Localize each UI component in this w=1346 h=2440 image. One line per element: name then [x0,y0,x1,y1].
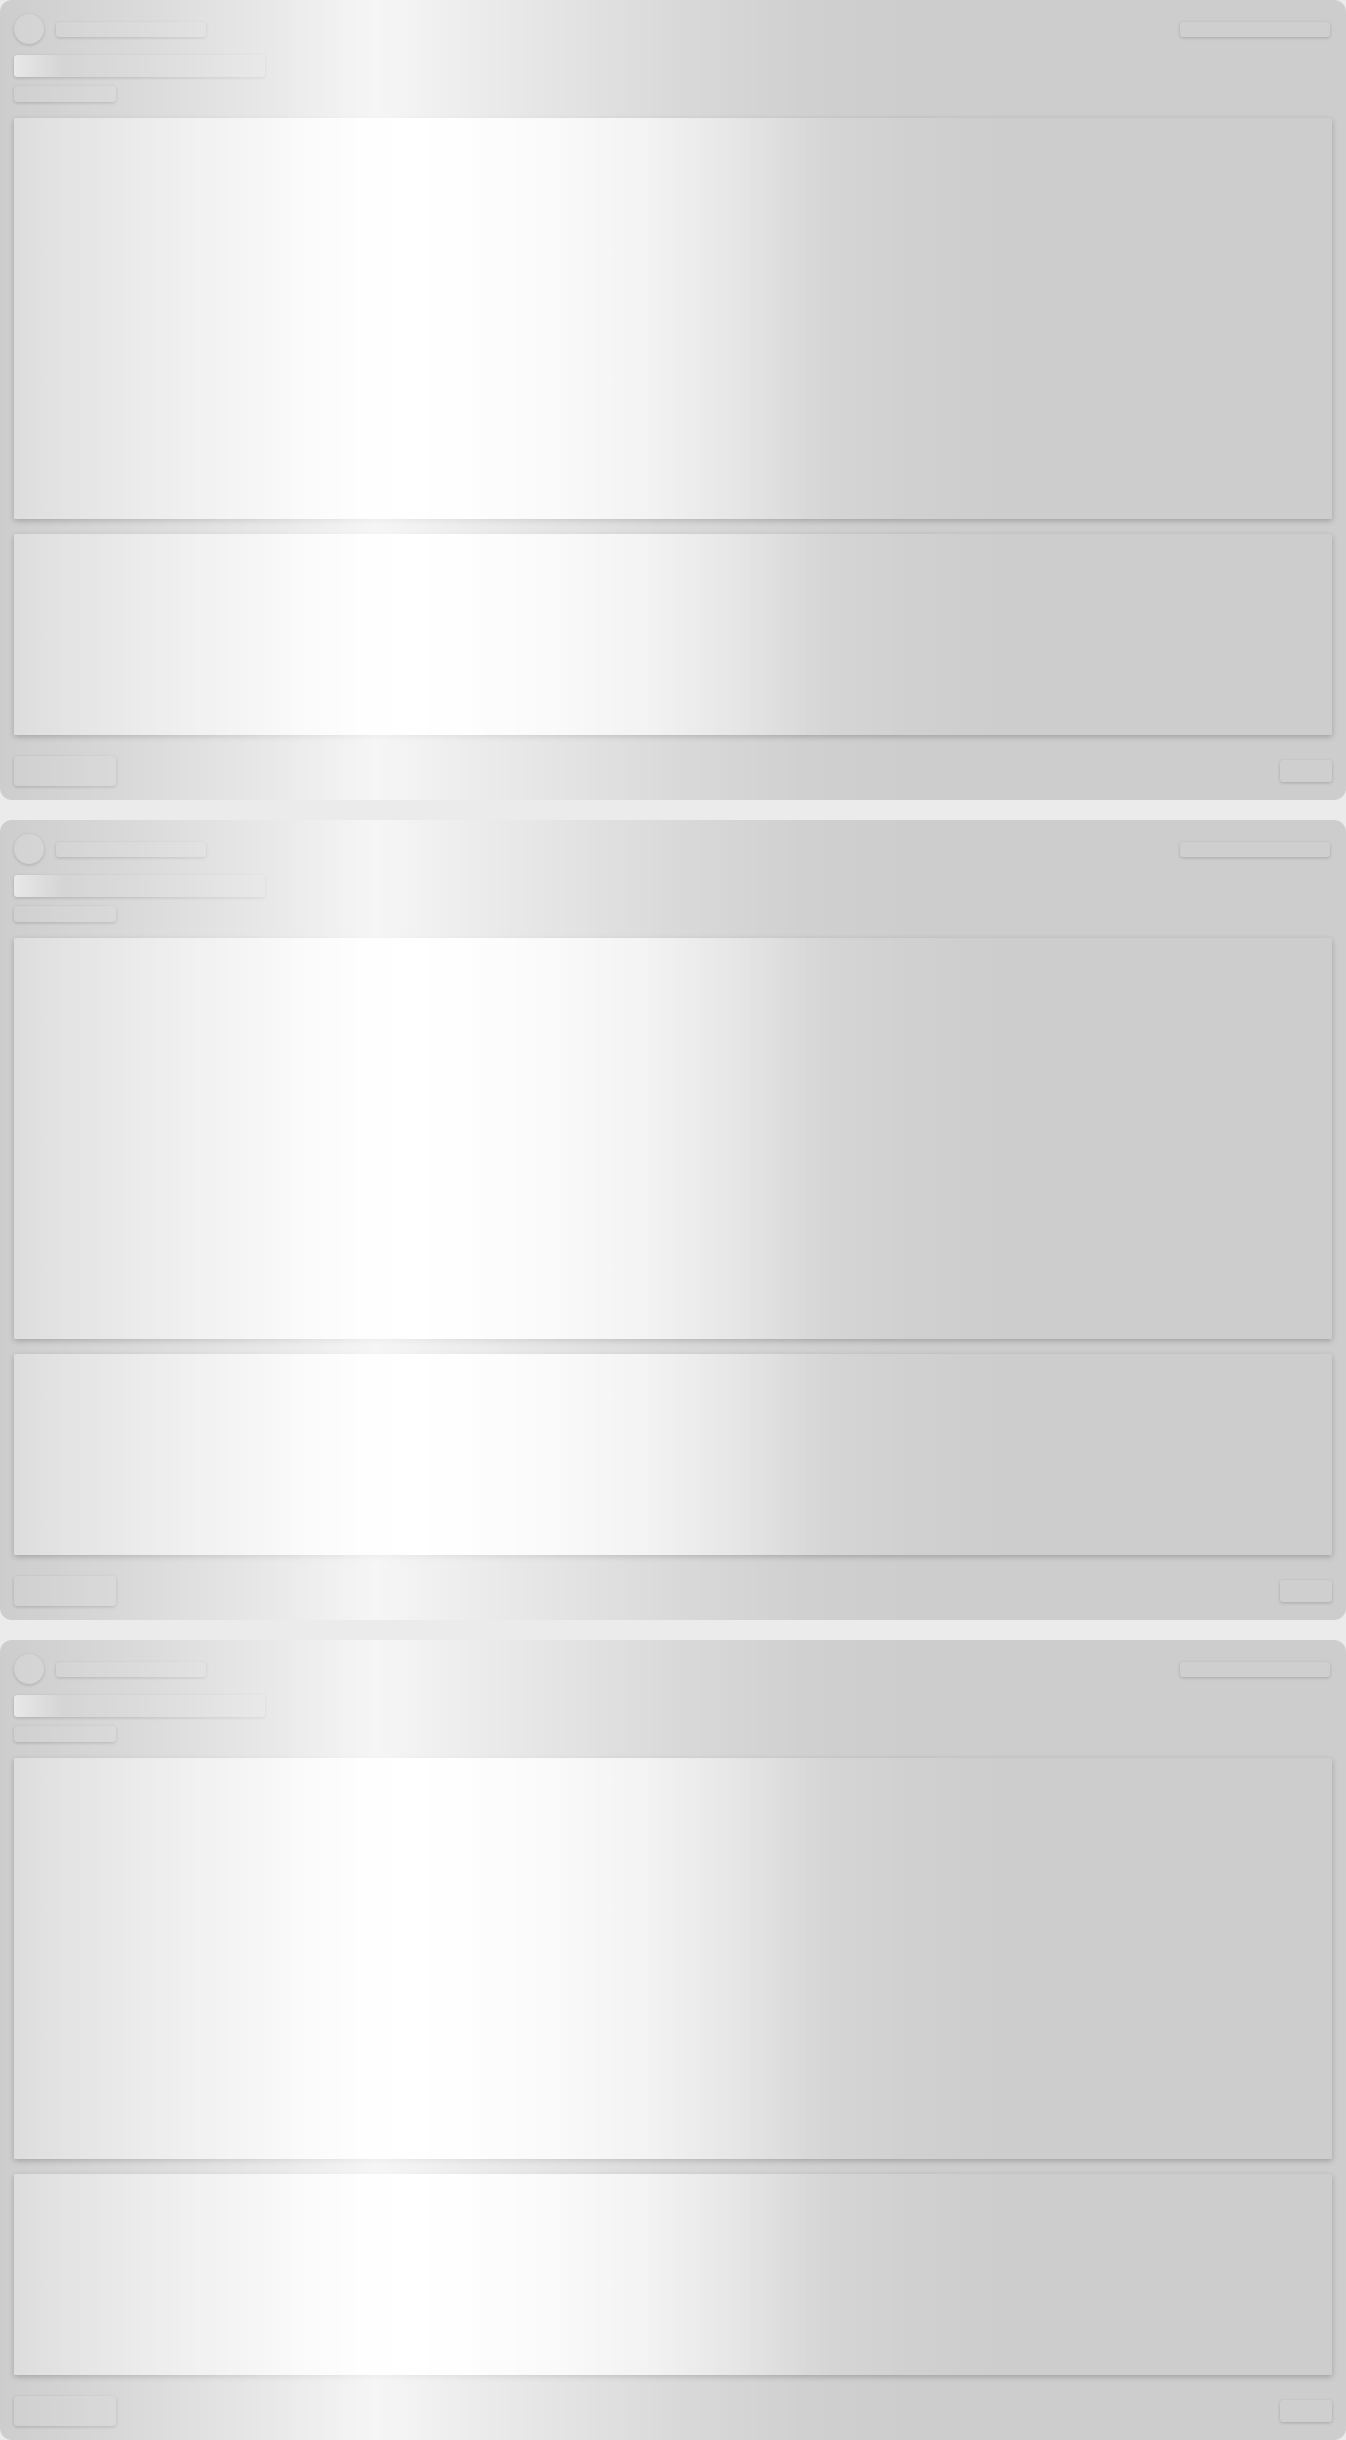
secondary-action-placeholder [1280,2400,1332,2422]
excerpt-placeholder [14,2174,1332,2375]
post-title-placeholder [14,55,265,77]
primary-action-placeholder [14,1576,116,1606]
secondary-action-placeholder [1280,1580,1332,1602]
media-placeholder [14,938,1332,1339]
loading-feed [0,0,1346,2440]
avatar-placeholder [14,1654,44,1684]
post-meta-placeholder [1180,22,1330,37]
avatar-placeholder [14,834,44,864]
post-meta-placeholder [1180,842,1330,857]
post-subtitle-placeholder [14,906,116,922]
post-title-placeholder [14,875,265,897]
author-name-placeholder [56,842,206,857]
post-title-placeholder [14,1695,265,1717]
secondary-action-placeholder [1280,760,1332,782]
author-name-placeholder [56,22,206,37]
post-subtitle-placeholder [14,1726,116,1742]
media-placeholder [14,1758,1332,2159]
primary-action-placeholder [14,756,116,786]
post-card-skeleton [0,0,1346,800]
primary-action-placeholder [14,2396,116,2426]
excerpt-placeholder [14,1354,1332,1555]
avatar-placeholder [14,14,44,44]
author-name-placeholder [56,1662,206,1677]
post-meta-placeholder [1180,1662,1330,1677]
excerpt-placeholder [14,534,1332,735]
media-placeholder [14,118,1332,519]
post-subtitle-placeholder [14,86,116,102]
post-card-skeleton [0,1640,1346,2440]
post-card-skeleton [0,820,1346,1620]
